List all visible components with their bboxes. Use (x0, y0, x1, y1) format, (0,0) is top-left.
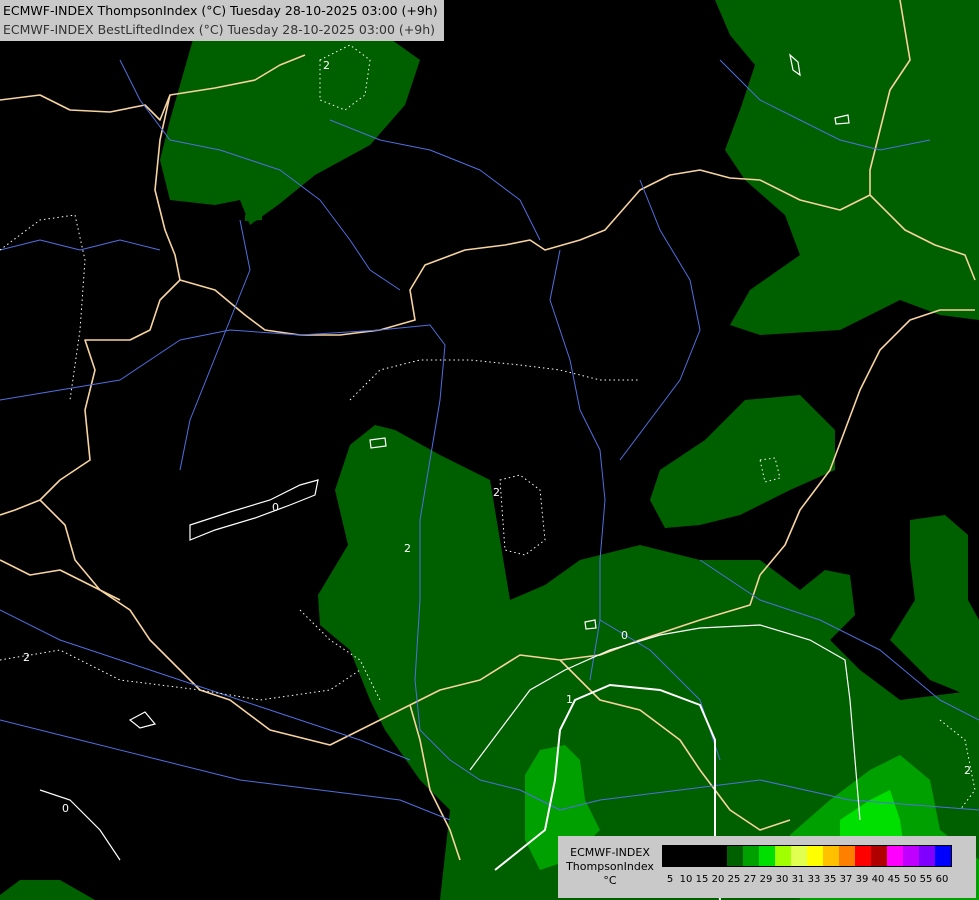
legend-label: 55 (919, 874, 933, 885)
legend-label: 25 (727, 874, 741, 885)
legend-label: 31 (791, 874, 805, 885)
legend-label: 10 (679, 874, 693, 885)
legend-swatch (839, 846, 855, 866)
legend-model: ECMWF-INDEX (570, 846, 650, 859)
contour-label: 0 (62, 802, 69, 815)
contour-label: 2 (23, 651, 30, 664)
legend-label: 50 (903, 874, 917, 885)
legend-label: 30 (775, 874, 789, 885)
legend-swatch (759, 846, 775, 866)
legend-label: 60 (935, 874, 949, 885)
field-small (245, 214, 262, 221)
legend-label: 40 (871, 874, 885, 885)
legend-swatch (663, 846, 679, 866)
legend-swatch (743, 846, 759, 866)
legend-label: 45 (887, 874, 901, 885)
legend-swatch (807, 846, 823, 866)
contour-label: 0 (272, 501, 279, 514)
contour-label: 2 (323, 59, 330, 72)
legend-swatch (775, 846, 791, 866)
legend-label: 27 (743, 874, 757, 885)
contour-label: 2 (964, 764, 971, 777)
legend-swatch (855, 846, 871, 866)
legend-unit: °C (603, 874, 617, 887)
contour-label: 2 (493, 486, 500, 499)
legend-swatch (823, 846, 839, 866)
color-legend: ECMWF-INDEX ThompsonIndex °C 5 10 15 20 25 27… (558, 836, 976, 898)
legend-swatch (903, 846, 919, 866)
legend-swatch (919, 846, 935, 866)
map-title-box: ECMWF-INDEX ThompsonIndex (°C) Tuesday 2… (0, 0, 444, 41)
legend-swatch (791, 846, 807, 866)
legend-label: 39 (855, 874, 869, 885)
legend-swatch (935, 846, 951, 866)
map-title-secondary: ECMWF-INDEX BestLiftedIndex (°C) Tuesday… (3, 22, 436, 37)
legend-swatch (887, 846, 903, 866)
legend-swatch (695, 846, 711, 866)
legend-swatch (711, 846, 727, 866)
contour-label: 1 (566, 693, 573, 706)
legend-label: 5 (666, 874, 674, 885)
legend-parameter: ThompsonIndex (566, 860, 654, 873)
legend-title: ECMWF-INDEX ThompsonIndex °C (562, 846, 658, 888)
legend-label: 37 (839, 874, 853, 885)
legend-label: 20 (711, 874, 725, 885)
legend-swatch (679, 846, 695, 866)
legend-label: 29 (759, 874, 773, 885)
map-title-primary: ECMWF-INDEX ThompsonIndex (°C) Tuesday 2… (3, 3, 438, 18)
contour-label: 2 (404, 542, 411, 555)
legend-color-bar (662, 845, 952, 867)
legend-label: 33 (807, 874, 821, 885)
legend-swatch (727, 846, 743, 866)
legend-label: 15 (695, 874, 709, 885)
legend-scale-labels: 5 10 15 20 25 27 29 30 31 33 35 37 39 40 45 50 55 60 (662, 874, 950, 885)
legend-label: 35 (823, 874, 837, 885)
contour-label: 0 (621, 629, 628, 642)
weather-map: 2 2 2 2 0 0 0 1 2 (0, 0, 979, 900)
legend-swatch (871, 846, 887, 866)
